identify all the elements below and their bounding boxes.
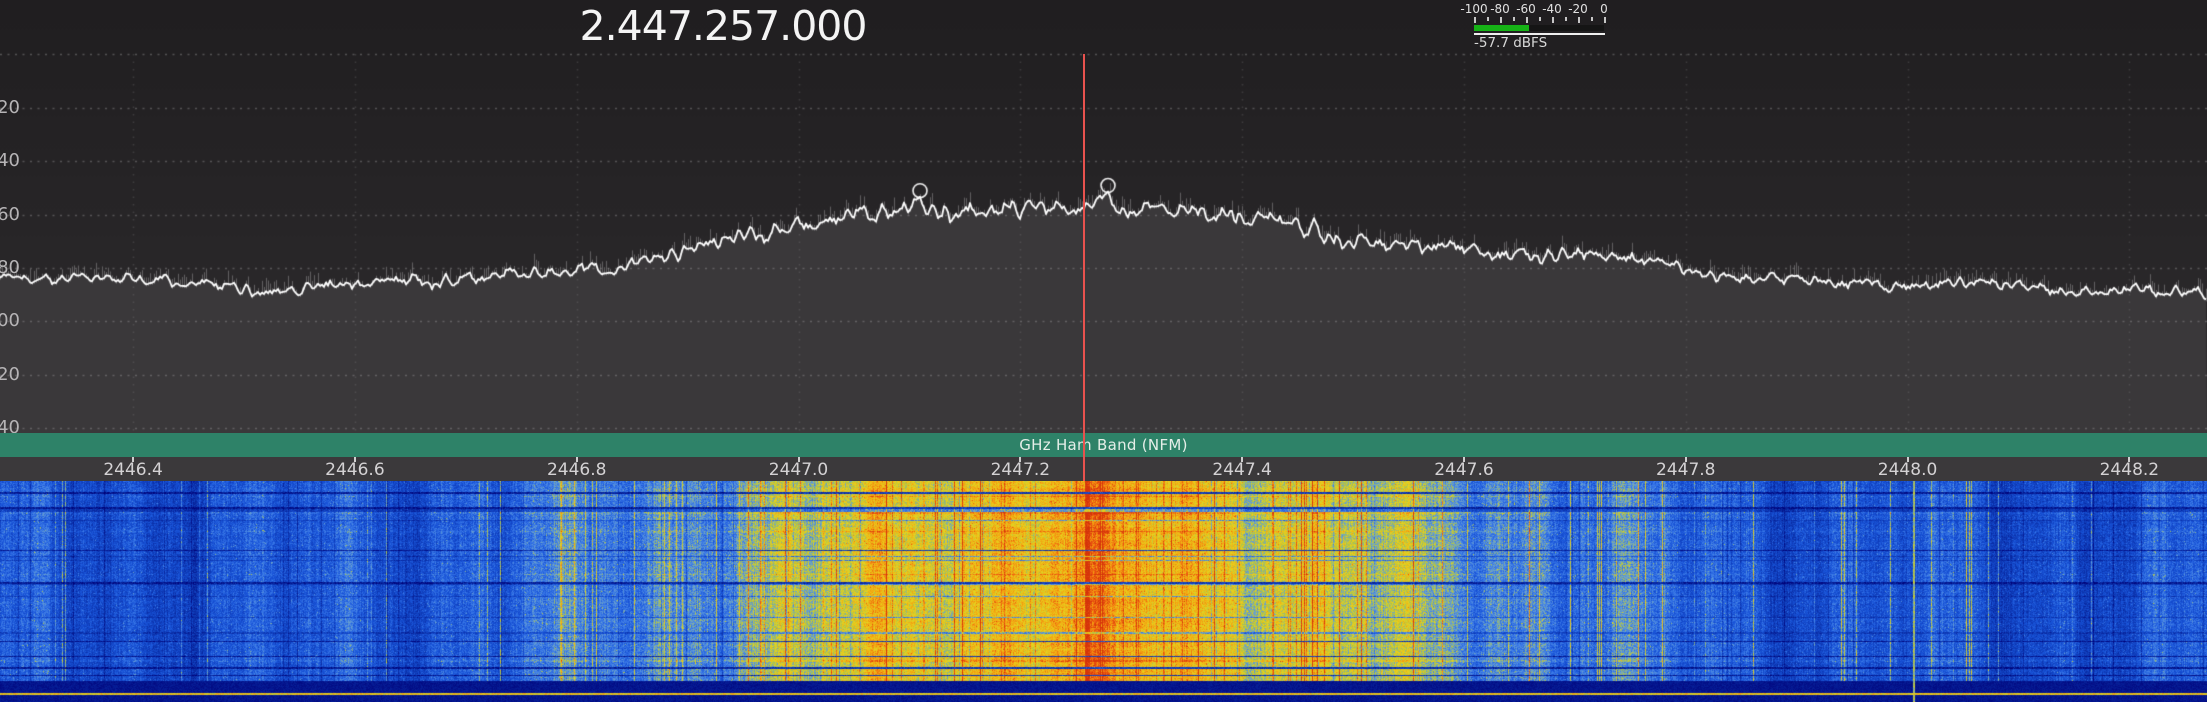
meter-tick: [1578, 17, 1580, 23]
meter-tick: [1604, 17, 1606, 23]
meter-tick: [1487, 17, 1489, 21]
frequency-tick-label: 2447.8: [1656, 460, 1715, 480]
frequency-tick-label: 2447.0: [769, 460, 828, 480]
frequency-tick-label: 2446.4: [103, 460, 162, 480]
frequency-tick-label: 2446.6: [325, 460, 384, 480]
meter-tick: [1513, 17, 1515, 21]
meter-scale-label: -80: [1490, 2, 1510, 16]
spectrum-plot[interactable]: [0, 0, 2207, 481]
meter-scale-label: 0: [1600, 2, 1608, 16]
signal-meter-value: -57.7 dBFS: [1474, 35, 1547, 51]
sdr-receiver-panel: 2.447.257.000 -57.7 dBFS -100-80 -60 -40 -2…: [0, 0, 2207, 702]
tuning-marker-line[interactable]: [1083, 54, 1085, 481]
meter-tick: [1526, 17, 1528, 23]
meter-tick: [1591, 17, 1593, 21]
meter-tick: [1565, 17, 1567, 21]
meter-scale-label: -40: [1542, 2, 1562, 16]
meter-scale-label: -100: [1460, 2, 1487, 16]
frequency-tick-label: 2446.8: [547, 460, 606, 480]
signal-meter: -57.7 dBFS -100-80-60-40-200: [1468, 2, 1608, 48]
band-plan-label: GHz Ham Band (NFM): [1019, 436, 1188, 454]
frequency-tick-label: 2447.6: [1434, 460, 1493, 480]
signal-meter-track: [1474, 25, 1604, 31]
signal-meter-level-bar: [1474, 25, 1529, 31]
waterfall-display[interactable]: [0, 481, 2207, 702]
meter-tick: [1500, 17, 1502, 23]
frequency-axis: 2446.4 2446.6 2446.8 2447.0 2447.2 2447.4 2447…: [0, 457, 2207, 481]
meter-tick: [1539, 17, 1541, 21]
frequency-tick-label: 2447.4: [1212, 460, 1271, 480]
frequency-display[interactable]: 2.447.257.000: [580, 2, 867, 50]
meter-scale-label: -20: [1568, 2, 1588, 16]
signal-meter-scale: -57.7 dBFS -100-80-60-40-200: [1474, 2, 1604, 48]
frequency-tick-label: 2448.2: [2100, 460, 2159, 480]
band-plan-bar: GHz Ham Band (NFM): [0, 433, 2207, 457]
meter-tick: [1552, 17, 1554, 23]
meter-tick: [1474, 17, 1476, 23]
frequency-tick-label: 2447.2: [991, 460, 1050, 480]
meter-scale-label: -60: [1516, 2, 1536, 16]
frequency-tick-label: 2448.0: [1878, 460, 1937, 480]
